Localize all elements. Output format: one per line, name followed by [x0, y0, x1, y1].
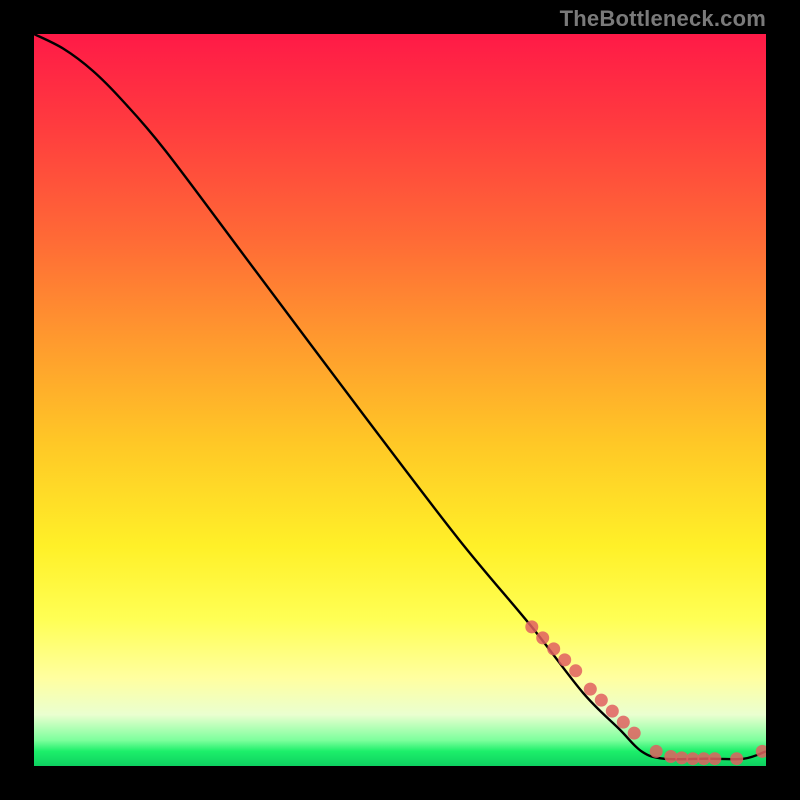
highlight-dot: [664, 750, 677, 763]
highlight-dot: [547, 642, 560, 655]
highlight-dot: [558, 653, 571, 666]
highlight-dot: [525, 620, 538, 633]
highlight-dot: [606, 705, 619, 718]
highlight-dot: [675, 751, 688, 764]
highlight-dot: [617, 716, 630, 729]
highlight-dot: [697, 752, 710, 765]
curve-layer: [34, 34, 766, 766]
highlight-dot: [756, 745, 766, 758]
highlight-dot: [686, 752, 699, 765]
trend-line: [34, 34, 766, 759]
highlight-dot: [584, 683, 597, 696]
highlight-dot: [595, 694, 608, 707]
highlight-dot: [628, 727, 641, 740]
plot-area: [34, 34, 766, 766]
highlight-dot: [569, 664, 582, 677]
highlight-dot: [708, 752, 721, 765]
highlight-dot: [730, 752, 743, 765]
chart-frame: TheBottleneck.com: [0, 0, 800, 800]
highlight-dot: [650, 745, 663, 758]
watermark-text: TheBottleneck.com: [560, 6, 766, 32]
highlight-dot: [536, 631, 549, 644]
highlight-dots: [525, 620, 766, 765]
